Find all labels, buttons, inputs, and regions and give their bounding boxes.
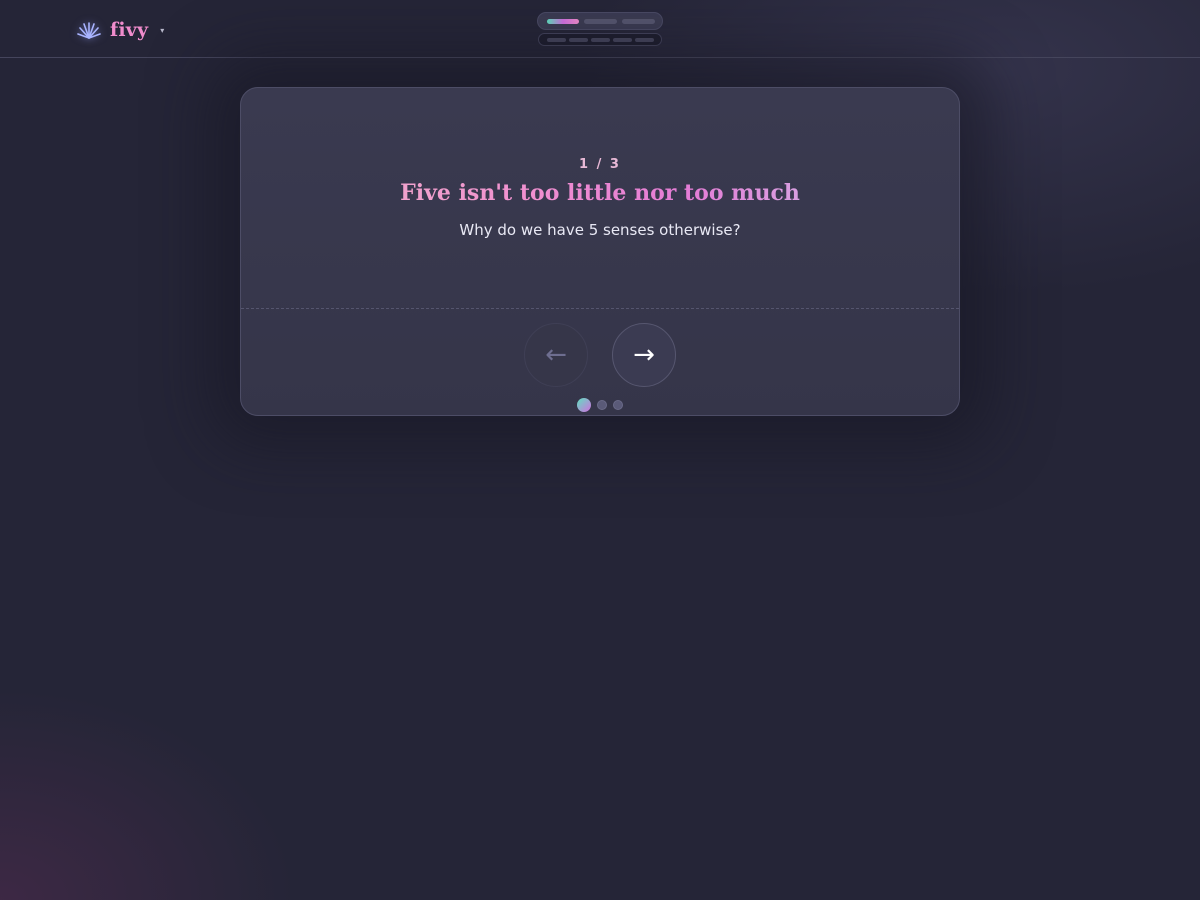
sub-progress-segment xyxy=(547,37,566,42)
slide-dot-active[interactable] xyxy=(577,398,591,412)
sub-progress-segment xyxy=(613,37,632,42)
sub-progress-indicator xyxy=(538,33,662,46)
slide-subline: Why do we have 5 senses otherwise? xyxy=(459,221,741,239)
next-button[interactable]: → xyxy=(612,323,676,387)
slide-counter: 1 / 3 xyxy=(579,157,621,172)
brand-menu[interactable]: fivy ▾ xyxy=(76,16,164,44)
slide-dots xyxy=(241,398,959,412)
plant-icon xyxy=(77,22,101,39)
top-bar: fivy ▾ xyxy=(0,0,1200,58)
slide-card: 1 / 3 Five isn't too little nor too much… xyxy=(240,87,960,416)
progress-indicator xyxy=(537,12,663,30)
slide-content: 1 / 3 Five isn't too little nor too much… xyxy=(241,88,959,309)
slide-dot[interactable] xyxy=(613,400,623,410)
arrow-left-icon: ← xyxy=(545,340,567,370)
brand-name: fivy xyxy=(110,19,149,41)
slide-headline: Five isn't too little nor too much xyxy=(241,180,959,206)
sub-progress-segment xyxy=(569,37,588,42)
progress-segment-active xyxy=(547,18,579,24)
progress-segment xyxy=(584,18,617,24)
caret-down-icon: ▾ xyxy=(160,25,165,35)
progress-segment xyxy=(622,18,655,24)
prev-button[interactable]: ← xyxy=(524,323,588,387)
slide-dot[interactable] xyxy=(597,400,607,410)
sub-progress-segment xyxy=(635,37,654,42)
sub-progress-segment xyxy=(591,37,610,42)
arrow-right-icon: → xyxy=(633,340,655,370)
